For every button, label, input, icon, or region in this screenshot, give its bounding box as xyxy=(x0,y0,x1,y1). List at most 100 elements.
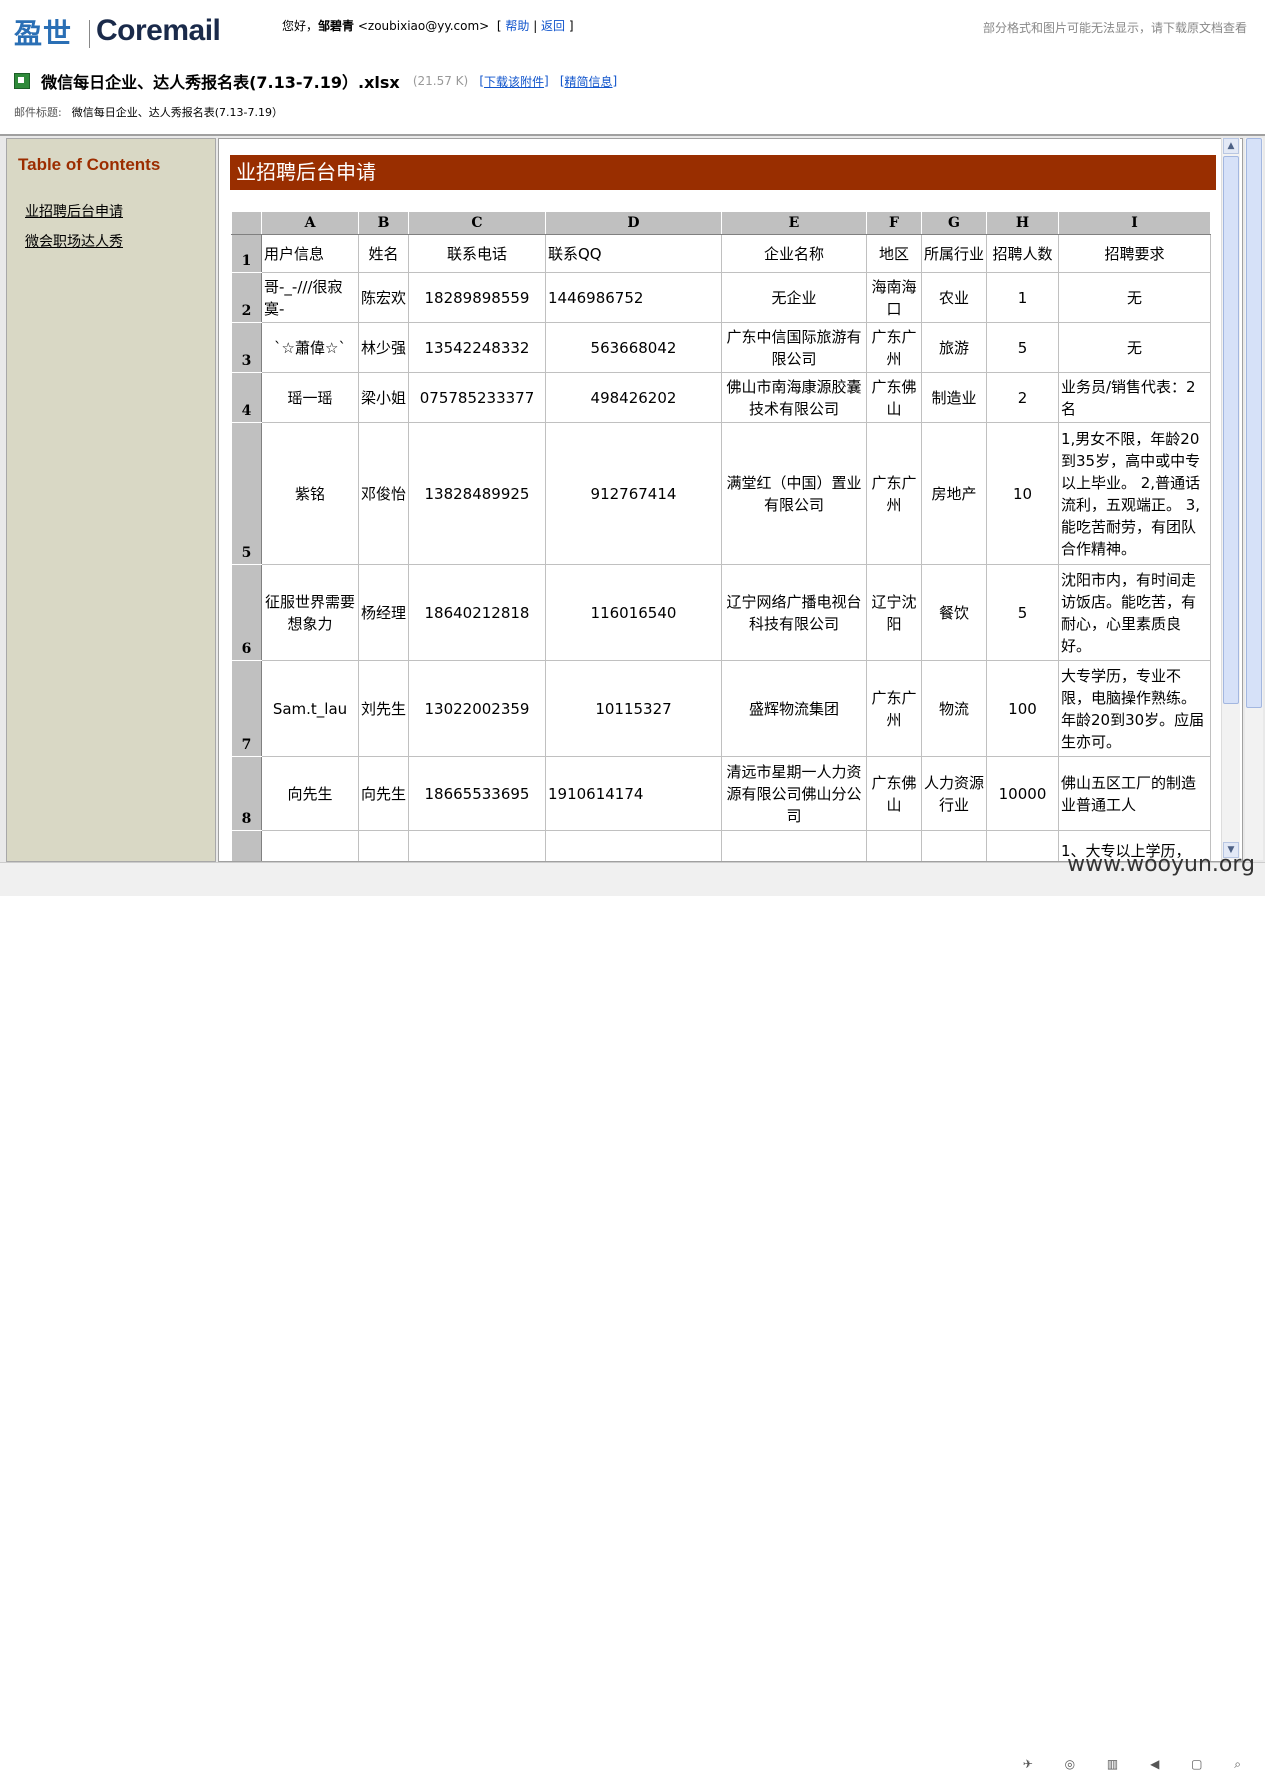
table-cell: 联系QQ xyxy=(545,234,722,273)
table-cell: `☆蕭偉☆` xyxy=(261,322,359,373)
sheet-title: 业招聘后台申请 xyxy=(230,155,1216,190)
table-cell: 563668042 xyxy=(545,322,722,373)
table-cell: 清远市星期一人力资源有限公司佛山分公司 xyxy=(721,756,867,831)
table-row: 1、大专以上学历， xyxy=(231,830,1211,861)
table-cell: 陈宏欢 xyxy=(358,272,409,323)
sheet-content: 业招聘后台申请 A B C D E F G H I 1 用户信息 姓名 联系电话 联系Q… xyxy=(218,138,1243,862)
logo-cn: 盈世 xyxy=(14,18,73,49)
table-cell: 哥-_-///很寂寞- xyxy=(261,272,359,323)
table-cell xyxy=(866,830,922,861)
table-cell: 1 xyxy=(986,272,1059,323)
table-cell: 1910614174 xyxy=(545,756,722,831)
table-cell xyxy=(921,830,987,861)
table-cell: 盛辉物流集团 xyxy=(721,660,867,757)
scroll-up-icon[interactable]: ▲ xyxy=(1223,138,1239,154)
table-cell: 农业 xyxy=(921,272,987,323)
table-cell: 10115327 xyxy=(545,660,722,757)
logo-divider xyxy=(89,20,90,48)
table-cell: 辽宁沈阳 xyxy=(866,564,922,661)
table-cell: 紫铭 xyxy=(261,422,359,565)
table-cell: 刘先生 xyxy=(358,660,409,757)
table-cell: 大专学历，专业不限，电脑操作熟练。年龄20到30岁。应届生亦可。 xyxy=(1058,660,1211,757)
table-cell xyxy=(545,830,722,861)
table-cell: 房地产 xyxy=(921,422,987,565)
table-cell: 沈阳市内，有时间走访饭店。能吃苦，有耐心，心里素质良好。 xyxy=(1058,564,1211,661)
table-row: 2 哥-_-///很寂寞- 陈宏欢 18289898559 1446986752 无企业海… xyxy=(231,272,1211,323)
table-cell: 邓俊怡 xyxy=(358,422,409,565)
column-header: H xyxy=(986,211,1059,235)
attachment-line: 微信每日企业、达人秀报名表(7.13-7.19）.xlsx (21.57 K) … xyxy=(14,69,617,93)
column-header: I xyxy=(1058,211,1211,235)
table-cell: 姓名 xyxy=(358,234,409,273)
table-cell: 1,男女不限，年龄20到35岁，高中或中专以上毕业。 2,普通话流利，五观端正。… xyxy=(1058,422,1211,565)
row-number: 5 xyxy=(231,422,262,565)
table-cell: 广东佛山 xyxy=(866,372,922,423)
table-row: 8 向先生 向先生 18665533695 1910614174 清远市星期一人力资源有限… xyxy=(231,756,1211,831)
attachment-name: 微信每日企业、达人秀报名表(7.13-7.19）.xlsx xyxy=(41,73,400,92)
status-icons: ✈ ◎ ▥ ◀ ▢ ⌕ xyxy=(1022,1757,1255,1771)
table-cell: 人力资源行业 xyxy=(921,756,987,831)
table-cell: 林少强 xyxy=(358,322,409,373)
toc-link-talent[interactable]: 微会职场达人秀 xyxy=(25,231,123,251)
row-number: 4 xyxy=(231,372,262,423)
table-cell: 佛山市南海康源胶囊技术有限公司 xyxy=(721,372,867,423)
row-number xyxy=(231,830,262,861)
column-header: F xyxy=(866,211,922,235)
row-number: 6 xyxy=(231,564,262,661)
subject-label: 邮件标题: xyxy=(14,106,62,119)
table-cell: 广东广州 xyxy=(866,660,922,757)
table-cell: 杨经理 xyxy=(358,564,409,661)
column-header: A xyxy=(261,211,359,235)
table-cell: 地区 xyxy=(866,234,922,273)
sheet-corner xyxy=(231,211,262,235)
table-cell: 912767414 xyxy=(545,422,722,565)
column-header: B xyxy=(358,211,409,235)
table-cell: 无企业 xyxy=(721,272,867,323)
table-cell: 广东广州 xyxy=(866,422,922,565)
table-cell: Sam.t_lau xyxy=(261,660,359,757)
table-cell: 100 xyxy=(986,660,1059,757)
user-email: <zoubixiao@yy.com> xyxy=(357,19,490,33)
table-cell: 旅游 xyxy=(921,322,987,373)
table-cell: 无 xyxy=(1058,272,1211,323)
table-cell: 18665533695 xyxy=(408,756,546,831)
browser-status-bar: ✈ ◎ ▥ ◀ ▢ ⌕ xyxy=(0,876,1265,1771)
table-cell: 广东佛山 xyxy=(866,756,922,831)
toc-link-recruit[interactable]: 业招聘后台申请 xyxy=(25,201,123,221)
table-cell xyxy=(261,830,359,861)
download-attachment-link[interactable]: 下载该附件 xyxy=(484,75,544,89)
table-cell: 招聘人数 xyxy=(986,234,1059,273)
back-link[interactable]: 返回 xyxy=(541,19,565,33)
simple-info-link[interactable]: 精简信息 xyxy=(565,75,613,89)
table-cell: 制造业 xyxy=(921,372,987,423)
table-cell xyxy=(408,830,546,861)
table-cell: 向先生 xyxy=(358,756,409,831)
format-notice: 部分格式和图片可能无法显示，请下载原文档查看 xyxy=(982,21,1247,35)
table-row: 7 Sam.t_lau 刘先生 13022002359 10115327 盛辉物流集团 广东… xyxy=(231,660,1211,757)
mail-subject: 邮件标题: 微信每日企业、达人秀报名表(7.13-7.19） xyxy=(14,104,283,120)
table-cell: 征服世界需要想象力 xyxy=(261,564,359,661)
table-cell xyxy=(358,830,409,861)
row-number: 7 xyxy=(231,660,262,757)
table-row: 6 征服世界需要想象力 杨经理 18640212818 116016540 辽宁网络广播电… xyxy=(231,564,1211,661)
row-number: 8 xyxy=(231,756,262,831)
page-scroll-thumb[interactable] xyxy=(1246,138,1262,708)
toc-sidebar: Table of Contents 业招聘后台申请 微会职场达人秀 xyxy=(6,138,216,862)
subject-value: 微信每日企业、达人秀报名表(7.13-7.19） xyxy=(71,106,283,119)
table-cell: 海南海口 xyxy=(866,272,922,323)
page-vertical-scrollbar[interactable] xyxy=(1245,138,1263,860)
table-cell: 瑶一瑶 xyxy=(261,372,359,423)
help-link[interactable]: 帮助 xyxy=(505,19,529,33)
sheet-vertical-scrollbar[interactable]: ▲ ▼ xyxy=(1221,138,1240,860)
scroll-thumb[interactable] xyxy=(1223,156,1239,704)
table-cell: 业务员/销售代表：2名 xyxy=(1058,372,1211,423)
table-cell: 13542248332 xyxy=(408,322,546,373)
toc-title: Table of Contents xyxy=(18,155,161,174)
table-cell: 联系电话 xyxy=(408,234,546,273)
table-cell: 广东广州 xyxy=(866,322,922,373)
table-cell: 无 xyxy=(1058,322,1211,373)
table-cell xyxy=(986,830,1059,861)
table-cell: 向先生 xyxy=(261,756,359,831)
row-number: 3 xyxy=(231,322,262,373)
table-cell: 075785233377 xyxy=(408,372,546,423)
